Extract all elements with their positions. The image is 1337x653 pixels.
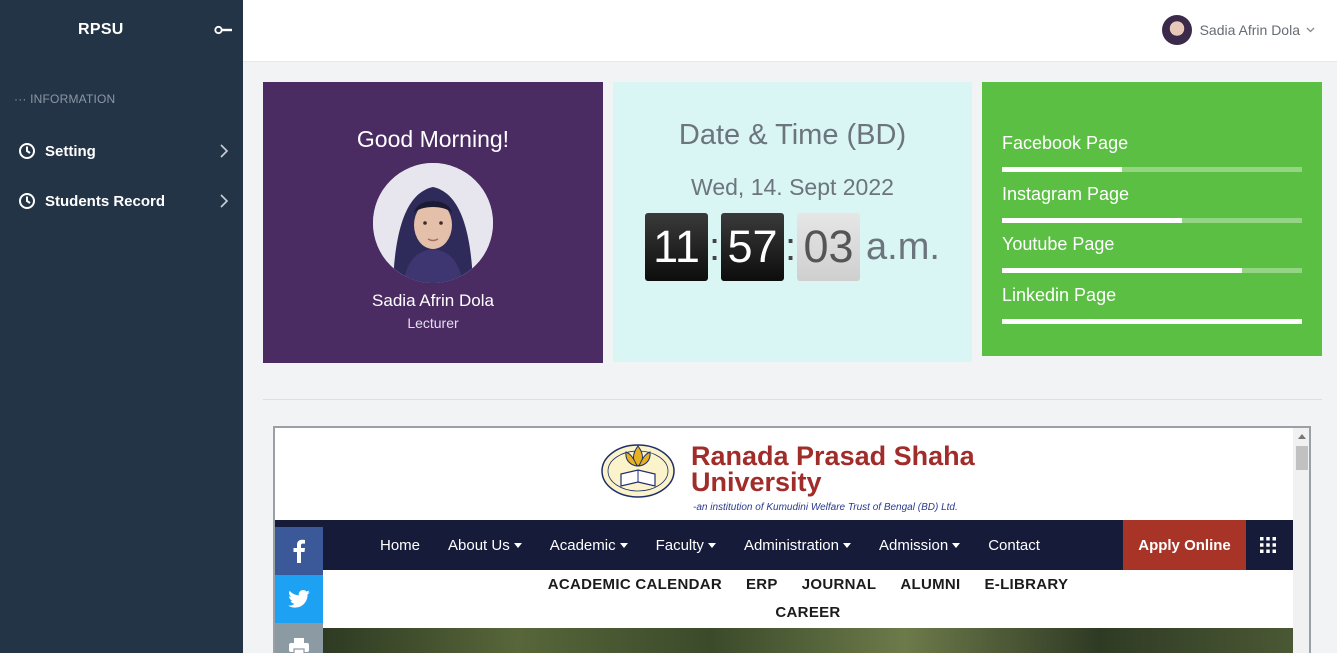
clock-date: Wed, 14. Sept 2022 xyxy=(691,174,894,200)
frame-scrollbar[interactable] xyxy=(1293,428,1309,653)
chevron-right-icon xyxy=(220,194,229,208)
clock-separator: : xyxy=(708,225,721,269)
subnav-journal[interactable]: JOURNAL xyxy=(802,576,877,593)
progress-fill xyxy=(1002,319,1302,324)
chevron-down-icon xyxy=(1306,27,1315,33)
subnav-row: ACADEMIC CALENDAR ERP JOURNAL ALUMNI E-LIBRA… xyxy=(323,570,1293,598)
avatar xyxy=(1161,15,1192,45)
scroll-thumb[interactable] xyxy=(1296,446,1308,470)
social-link-instagram[interactable]: Instagram Page xyxy=(1002,184,1302,223)
sidebar-item-label: Students Record xyxy=(45,192,166,210)
social-link-youtube[interactable]: Youtube Page xyxy=(1002,234,1302,273)
dots-icon: ··· xyxy=(14,92,31,106)
clock-hours: 11 xyxy=(645,213,708,281)
caret-down-icon xyxy=(619,543,628,549)
social-link-linkedin[interactable]: Linkedin Page xyxy=(1002,285,1302,324)
greeting-title: Good Morning! xyxy=(356,126,510,152)
sidebar: RPSU ··· INFORMATION Setting Students Re… xyxy=(0,0,243,653)
university-tagline: -an institution of Kumudini Welfare Trus… xyxy=(693,502,958,513)
user-menu[interactable]: Sadia Afrin Dola xyxy=(1161,15,1315,45)
progress-fill xyxy=(1002,218,1182,223)
brand-logo[interactable]: RPSU xyxy=(78,21,124,39)
subnav-career[interactable]: CAREER xyxy=(775,604,840,621)
twitter-icon xyxy=(288,590,310,608)
embedded-website-frame[interactable]: Ranada Prasad Shaha University -an insti… xyxy=(273,426,1311,653)
caret-down-icon xyxy=(952,543,961,549)
site-nav-home[interactable]: Home xyxy=(380,537,420,554)
clock-icon xyxy=(19,143,35,159)
progress-bar xyxy=(1002,268,1302,273)
site-header: Ranada Prasad Shaha University -an insti… xyxy=(275,428,1293,520)
subnav-erp[interactable]: ERP xyxy=(746,576,778,593)
profile-photo xyxy=(373,163,493,283)
site-nav-academic[interactable]: Academic xyxy=(550,537,628,554)
progress-bar xyxy=(1002,319,1302,324)
social-link-label[interactable]: Instagram Page xyxy=(1002,184,1302,205)
clock-card: Date & Time (BD) Wed, 14. Sept 2022 11 :… xyxy=(613,82,972,362)
sidebar-item-students-record[interactable]: Students Record xyxy=(18,189,233,213)
topbar: Sadia Afrin Dola xyxy=(243,0,1337,62)
site-nav-about-us[interactable]: About Us xyxy=(448,537,522,554)
section-divider xyxy=(263,399,1322,400)
clock-digits: 11 : 57 : 03 a.m. xyxy=(645,213,940,281)
caret-down-icon xyxy=(513,543,522,549)
subnav-academic-calendar[interactable]: ACADEMIC CALENDAR xyxy=(548,576,722,593)
progress-fill xyxy=(1002,268,1242,273)
progress-fill xyxy=(1002,167,1122,172)
site-nav-links: Home About Us Academic Faculty Administratio… xyxy=(380,520,1068,570)
subnav-e-library[interactable]: E-LIBRARY xyxy=(984,576,1068,593)
caret-down-icon xyxy=(842,543,851,549)
progress-bar xyxy=(1002,218,1302,223)
social-link-label[interactable]: Youtube Page xyxy=(1002,234,1302,255)
grid-icon[interactable] xyxy=(1260,537,1276,553)
greeting-role: Lecturer xyxy=(407,315,459,331)
clock-ampm: a.m. xyxy=(866,225,940,268)
greeting-name: Sadia Afrin Dola xyxy=(372,291,494,310)
site-nav-administration[interactable]: Administration xyxy=(744,537,851,554)
campus-photo xyxy=(323,628,1293,653)
nav-section-information: ··· INFORMATION xyxy=(14,92,116,106)
toggle-key-icon[interactable] xyxy=(214,25,232,35)
clock-seconds: 03 xyxy=(797,213,860,281)
chevron-right-icon xyxy=(220,144,229,158)
print-icon xyxy=(289,638,309,653)
clock-title: Date & Time (BD) xyxy=(678,119,907,151)
clock-icon xyxy=(19,193,35,209)
share-twitter-button[interactable] xyxy=(275,575,323,623)
social-link-facebook[interactable]: Facebook Page xyxy=(1002,133,1302,172)
sidebar-item-label: Setting xyxy=(45,142,96,160)
site-nav-admission[interactable]: Admission xyxy=(879,537,961,554)
site-nav-contact[interactable]: Contact xyxy=(988,537,1040,554)
apply-online-button[interactable]: Apply Online xyxy=(1123,520,1246,570)
user-name: Sadia Afrin Dola xyxy=(1199,22,1300,38)
progress-bar xyxy=(1002,167,1302,172)
share-facebook-button[interactable] xyxy=(275,527,323,575)
facebook-icon xyxy=(293,539,305,563)
scroll-up-arrow-icon[interactable] xyxy=(1298,434,1306,439)
site-nav-faculty[interactable]: Faculty xyxy=(656,537,716,554)
subnav-alumni[interactable]: ALUMNI xyxy=(900,576,960,593)
site-subnav: ACADEMIC CALENDAR ERP JOURNAL ALUMNI E-LIBRA… xyxy=(323,570,1293,626)
sidebar-item-setting[interactable]: Setting xyxy=(18,139,233,163)
subnav-row: CAREER xyxy=(323,598,1293,626)
clock-separator: : xyxy=(784,225,797,269)
university-seal-logo[interactable] xyxy=(599,440,677,500)
share-print-button[interactable] xyxy=(275,623,323,653)
social-link-label[interactable]: Facebook Page xyxy=(1002,133,1302,154)
social-card: Facebook Page Instagram Page Youtube Pag… xyxy=(982,82,1322,356)
caret-down-icon xyxy=(707,543,716,549)
university-name[interactable]: Ranada Prasad Shaha University xyxy=(691,443,975,496)
clock-minutes: 57 xyxy=(721,213,784,281)
site-navbar: Home About Us Academic Faculty Administratio… xyxy=(275,520,1293,570)
greeting-card: Good Morning! Sadia Afrin Dola Lecturer xyxy=(263,82,603,363)
social-link-label[interactable]: Linkedin Page xyxy=(1002,285,1302,306)
